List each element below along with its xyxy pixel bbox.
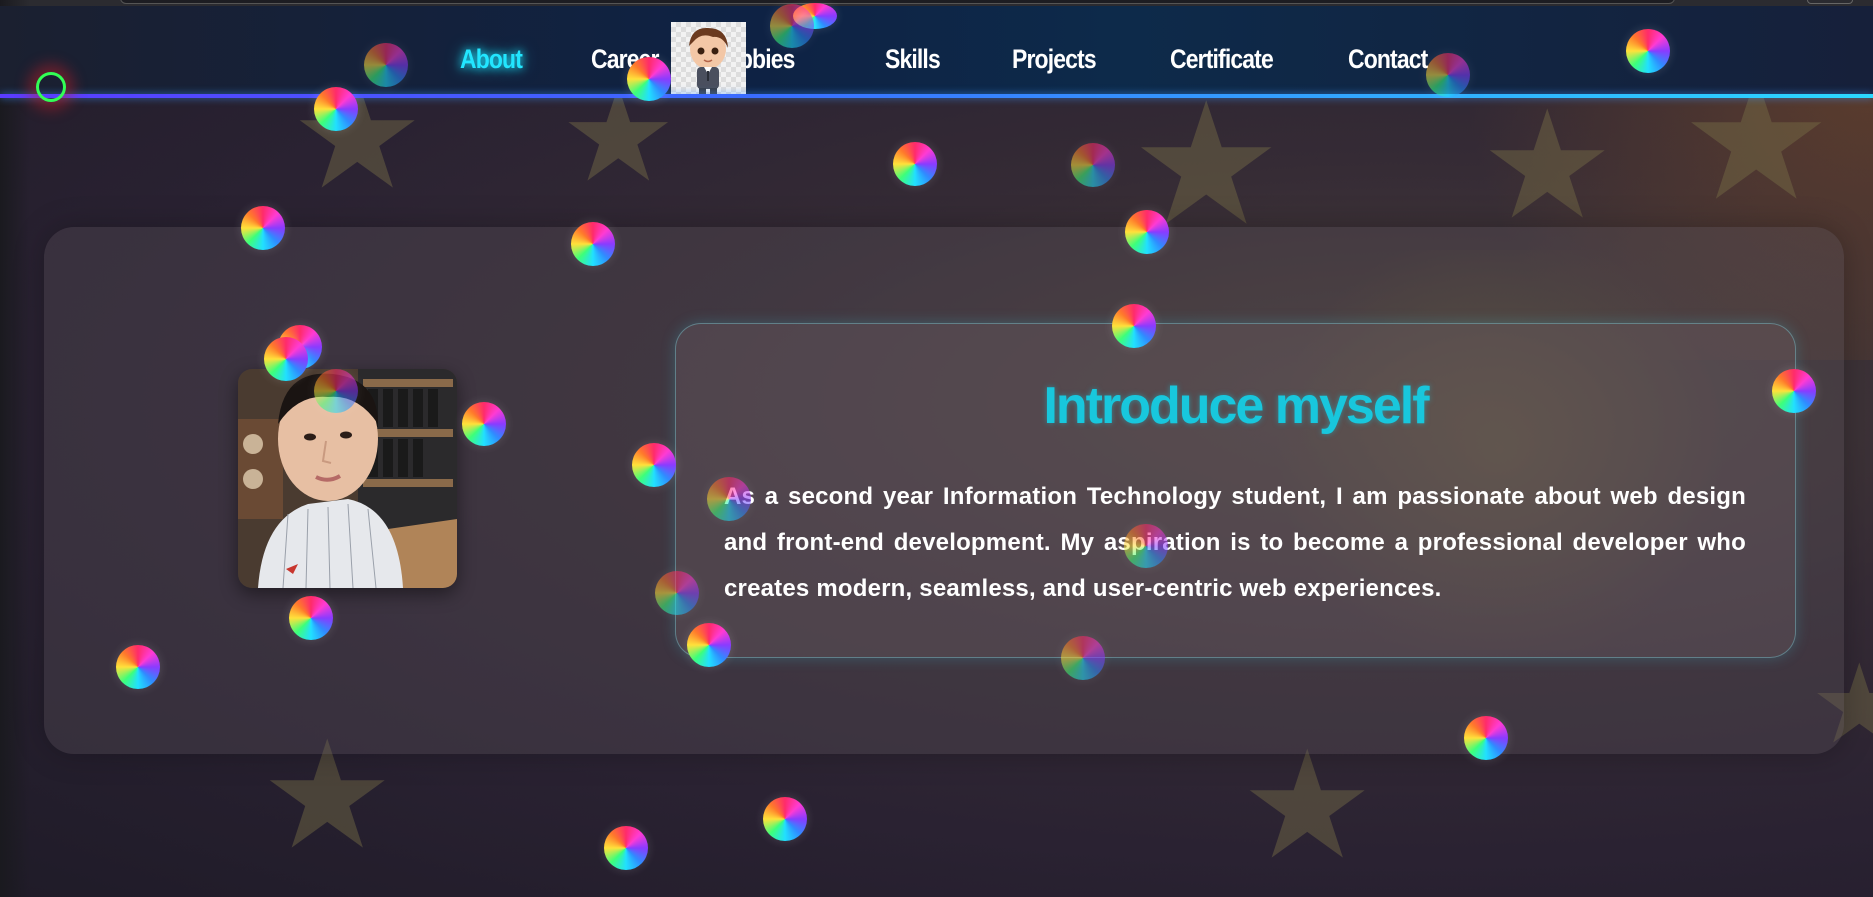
nav-item-skills[interactable]: Skills bbox=[885, 44, 941, 75]
nav-item-about[interactable]: About bbox=[460, 44, 523, 75]
profile-photo bbox=[238, 369, 457, 588]
nav-item-projects[interactable]: Projects bbox=[1012, 44, 1097, 75]
nav-underline bbox=[0, 94, 1873, 98]
nav-item-contact[interactable]: Contact bbox=[1348, 44, 1428, 75]
chibi-avatar-icon[interactable] bbox=[671, 22, 746, 97]
rainbow-bubble bbox=[763, 797, 807, 841]
intro-title: Introduce myself bbox=[1043, 377, 1429, 435]
rainbow-bubble bbox=[604, 826, 648, 870]
left-edge-shadow bbox=[0, 0, 30, 897]
cursor-ring bbox=[36, 72, 66, 102]
nav-item-certificate[interactable]: Certificate bbox=[1170, 44, 1274, 75]
star-icon: ★ bbox=[1480, 81, 1615, 249]
top-navbar: About Career Hobbies Skills Projects Cer… bbox=[0, 6, 1873, 94]
star-icon: ★ bbox=[1130, 70, 1283, 260]
nav-item-career[interactable]: Career bbox=[591, 44, 659, 75]
intro-box: Introduce myself As a second year Inform… bbox=[675, 323, 1796, 658]
window-button[interactable] bbox=[1807, 0, 1853, 4]
intro-text: As a second year Information Technology … bbox=[724, 483, 1746, 602]
rainbow-bubble bbox=[893, 142, 937, 186]
address-bar[interactable] bbox=[120, 0, 1675, 4]
rainbow-bubble bbox=[1071, 143, 1115, 187]
